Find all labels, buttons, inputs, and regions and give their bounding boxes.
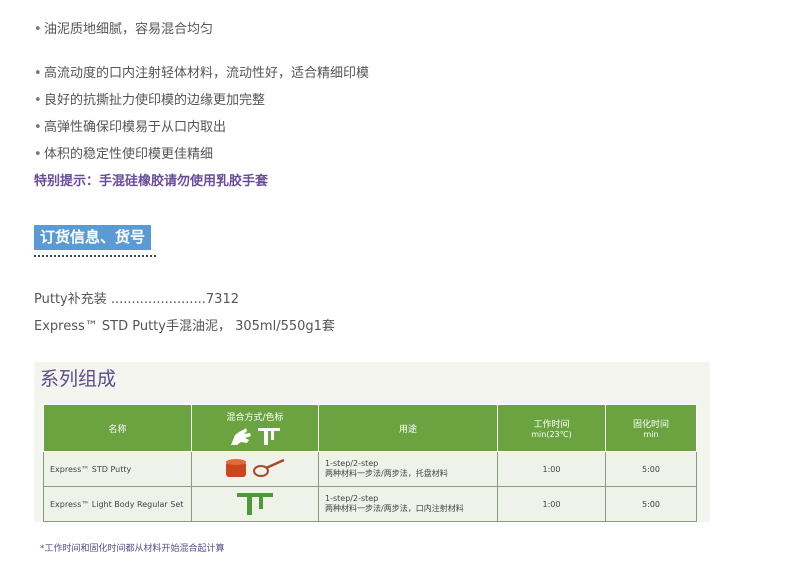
row-use: 1-step/2-step 两种材料一步法/两步法，口内注射材料 [318,486,498,522]
row-use: 1-step/2-step 两种材料一步法/两步法，托盘材料 [318,451,498,487]
table-header-row: 名称 混合方式/色标 用途 工作时间 min(23℃) 固化时间 min [43,404,697,452]
dispenser-gun-green-icon [237,493,273,515]
bullet-icon: • [34,66,42,81]
bullet-icon: • [34,120,42,135]
feature-item: • 体积的稳定性使印模更佳精细 [34,147,214,162]
hand-mix-icon [231,428,251,445]
row-name: Express™ Light Body Regular Set [43,486,192,522]
measuring-spoon-icon [253,458,285,477]
order-line-refill: Putty补充装 .......................7312 [34,292,239,307]
feature-item: • 良好的抗撕扯力使印模的边缘更加完整 [34,93,266,108]
putty-jar-icon [225,459,246,477]
header-work-time: 工作时间 min(23℃) [497,404,606,452]
footnote: *工作时间和固化时间都从材料开始混合起计算 [40,544,225,554]
row-work-time: 1:00 [497,451,606,487]
feature-item: • 高弹性确保印模易于从口内取出 [34,120,227,135]
row-set-time: 5:00 [605,451,697,487]
header-mix: 混合方式/色标 [191,404,319,452]
row-set-time: 5:00 [605,486,697,522]
dispenser-gun-icon [258,428,280,445]
header-set-time: 固化时间 min [605,404,697,452]
table-row: Express™ STD Putty 1-step/2-step 两种材料一步法… [43,451,697,487]
feature-item: • 油泥质地细腻，容易混合均匀 [34,22,214,37]
special-tip: 特别提示：手混硅橡胶请勿使用乳胶手套 [34,174,269,189]
table-row: Express™ Light Body Regular Set 1-step/2… [43,486,697,522]
row-name: Express™ STD Putty [43,451,192,487]
order-line-kit: Express™ STD Putty手混油泥， 305ml/550g1套 [34,319,335,334]
row-work-time: 1:00 [497,486,606,522]
bullet-icon: • [34,93,42,108]
header-use: 用途 [318,404,498,452]
series-table: 名称 混合方式/色标 用途 工作时间 min(23℃) 固化时间 min Exp… [43,404,697,522]
header-name: 名称 [43,404,192,452]
bullet-icon: • [34,22,42,37]
order-section: 订货信息、货号 [34,225,156,257]
order-title-underline [34,255,156,257]
bullet-icon: • [34,147,42,162]
feature-item: • 高流动度的口内注射轻体材料，流动性好，适合精细印模 [34,66,370,81]
row-mix [191,451,319,487]
order-title: 订货信息、货号 [34,225,152,250]
row-mix [191,486,319,522]
series-title: 系列组成 [40,368,117,390]
